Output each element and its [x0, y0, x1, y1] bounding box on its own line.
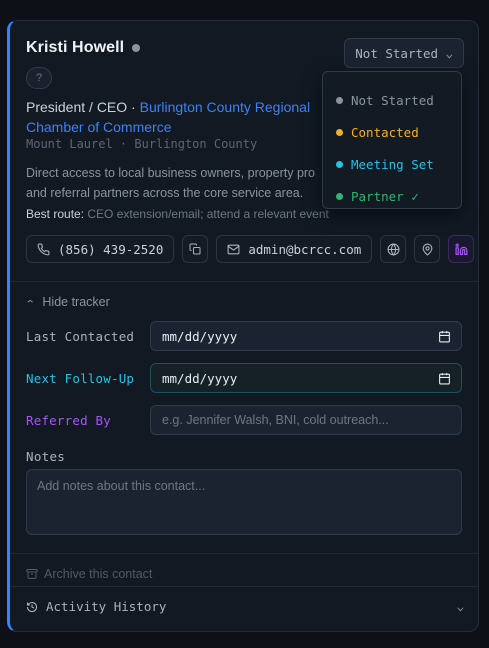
contact-title: President / CEO · Burlington County Regi… — [26, 97, 326, 137]
name-row: Kristi Howell — [26, 39, 141, 57]
email-button[interactable]: admin@bcrcc.com — [216, 235, 373, 263]
email-address: admin@bcrcc.com — [248, 241, 362, 257]
notes-label: Notes — [26, 449, 66, 464]
archive-contact-button[interactable]: Archive this contact — [26, 567, 152, 581]
next-followup-label: Next Follow-Up — [26, 371, 135, 386]
map-location-button[interactable] — [414, 235, 441, 263]
linkedin-button[interactable] — [448, 235, 475, 263]
calendar-icon[interactable] — [438, 372, 451, 385]
status-option-meeting-set[interactable]: Meeting Set — [323, 148, 461, 180]
archive-label: Archive this contact — [44, 567, 153, 581]
notes-placeholder: Add notes about this contact... — [37, 479, 206, 493]
best-route: Best route: CEO extension/email; attend … — [26, 207, 329, 221]
referred-by-input[interactable]: e.g. Jennifer Walsh, BNI, cold outreach.… — [150, 405, 462, 435]
status-option-label: Meeting Set — [351, 156, 434, 172]
section-divider — [10, 553, 478, 554]
status-current: Not Started — [355, 45, 439, 61]
last-contacted-date-input[interactable]: mm/dd/yyyy — [150, 321, 462, 351]
status-dot — [336, 192, 343, 200]
status-dot — [336, 96, 343, 104]
phone-number: (856) 439-2520 — [58, 241, 164, 257]
next-followup-date-input[interactable]: mm/dd/yyyy — [150, 363, 462, 393]
contact-description: Direct access to local business owners, … — [26, 163, 356, 203]
copy-icon — [189, 243, 201, 255]
phone-button[interactable]: (856) 439-2520 — [26, 235, 175, 263]
status-dot — [336, 160, 343, 168]
section-divider — [10, 281, 478, 282]
unknown-priority-badge[interactable]: ? — [26, 67, 52, 89]
referred-by-label: Referred By — [26, 413, 111, 428]
hide-tracker-toggle[interactable]: ⌄ Hide tracker — [24, 295, 110, 309]
activity-history-label: Activity History — [46, 599, 167, 614]
referred-by-placeholder: e.g. Jennifer Walsh, BNI, cold outreach.… — [162, 413, 389, 427]
chevron-down-icon: ⌄ — [445, 46, 454, 60]
copy-phone-button[interactable] — [182, 235, 209, 263]
chevron-down-icon: ⌄ — [456, 600, 465, 613]
status-option-not-started[interactable]: Not Started — [323, 84, 461, 116]
history-icon — [26, 601, 38, 612]
status-dropdown-menu: Not Started Contacted Meeting Set Partne… — [322, 71, 462, 209]
description-line: and referral partners across the core se… — [26, 186, 304, 200]
globe-icon — [387, 243, 400, 255]
website-button[interactable] — [380, 235, 407, 263]
chevron-up-icon: ⌄ — [24, 296, 36, 308]
map-pin-icon — [422, 243, 433, 256]
title-separator: · — [131, 99, 136, 115]
status-option-partner[interactable]: Partner ✓ — [323, 180, 461, 212]
activity-history-toggle[interactable]: Activity History ⌄ — [26, 599, 465, 614]
hide-tracker-label: Hide tracker — [42, 295, 110, 309]
last-contacted-label: Last Contacted — [26, 329, 135, 344]
linkedin-icon — [455, 242, 468, 255]
best-route-value: CEO extension/email; attend a relevant e… — [87, 207, 329, 221]
contact-name: Kristi Howell — [26, 39, 125, 56]
description-line: Direct access to local business owners, … — [26, 166, 316, 180]
status-dropdown-button[interactable]: Not Started ⌄ — [344, 38, 464, 68]
badge-label: ? — [35, 72, 43, 84]
best-route-label: Best route: — [26, 207, 85, 221]
section-divider — [10, 586, 478, 587]
date-placeholder: mm/dd/yyyy — [162, 370, 238, 386]
mail-icon — [227, 244, 240, 254]
status-option-contacted[interactable]: Contacted — [323, 116, 461, 148]
notes-textarea[interactable]: Add notes about this contact... — [26, 469, 462, 535]
status-option-label: Not Started — [351, 92, 434, 108]
calendar-icon[interactable] — [438, 330, 451, 343]
date-placeholder: mm/dd/yyyy — [162, 328, 238, 344]
contact-location: Mount Laurel · Burlington County — [26, 137, 258, 151]
phone-icon — [37, 243, 50, 255]
status-dot — [336, 128, 343, 136]
status-option-label: Partner ✓ — [351, 188, 419, 204]
archive-icon — [26, 569, 38, 579]
contact-role: President / CEO — [26, 99, 128, 115]
status-dot — [132, 44, 141, 52]
status-option-label: Contacted — [351, 124, 419, 140]
contact-actions: (856) 439-2520 admin@bcrcc.com — [26, 235, 475, 263]
